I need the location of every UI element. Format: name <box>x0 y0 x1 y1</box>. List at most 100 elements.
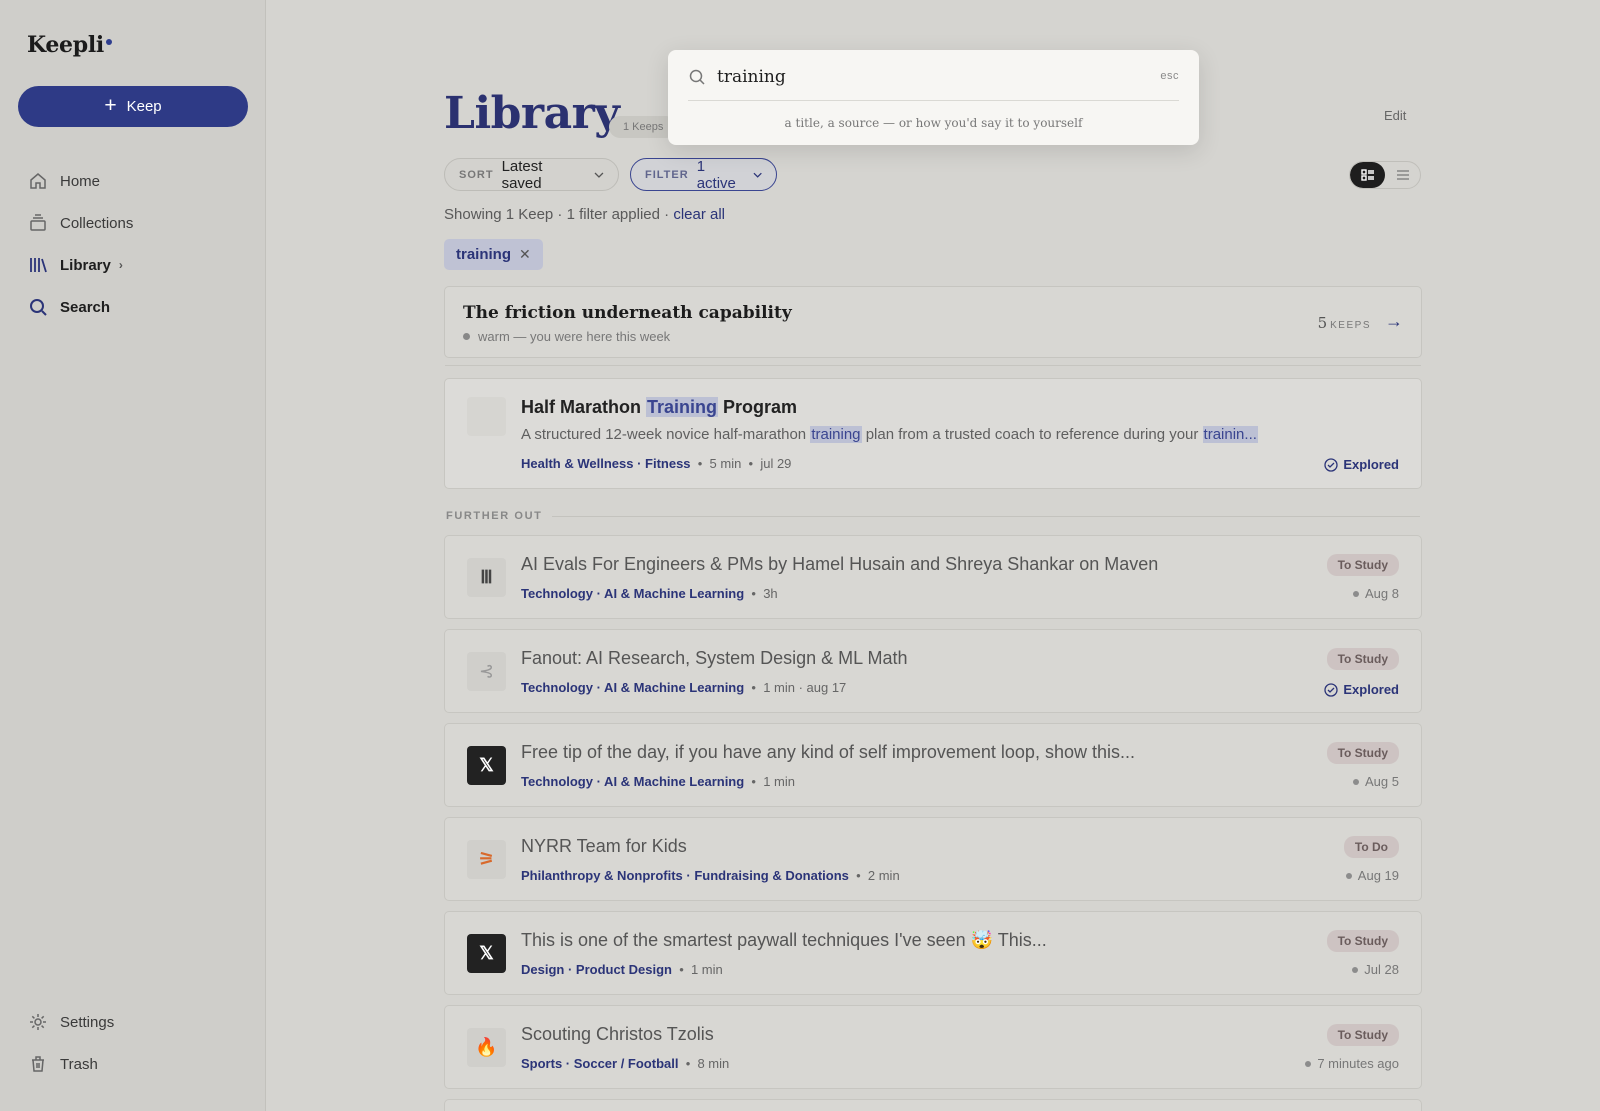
sidebar-item-label: Home <box>60 172 101 190</box>
collection-subtitle-text: warm — you were here this week <box>478 329 671 344</box>
duration: 2 min <box>867 868 900 883</box>
result-card[interactable]: Half Marathon Training Program A structu… <box>444 378 1422 489</box>
sidebar-item-library[interactable]: Library › <box>28 244 248 286</box>
logo-dot <box>105 39 112 45</box>
plus-icon: + <box>104 94 117 117</box>
grid-view-icon <box>1360 169 1374 181</box>
item-meta: Design · Product Design • 1 min <box>521 962 723 977</box>
sidebar-nav: Home Collections Library › Search <box>28 160 248 328</box>
list-item[interactable] <box>444 1099 1422 1111</box>
app-logo[interactable]: Keepli <box>27 32 112 58</box>
collection-count-label: KEEPS <box>1330 320 1371 331</box>
item-title: Free tip of the day, if you have any kin… <box>521 742 1135 762</box>
grid-view-button[interactable] <box>1350 162 1385 188</box>
category-link[interactable]: Health & Wellness · Fitness <box>521 456 691 471</box>
category-link[interactable]: Philanthropy & Nonprofits · Fundraising … <box>521 868 849 883</box>
status-badge: To Study <box>1326 930 1399 952</box>
fire-icon: 🔥 <box>467 1028 506 1067</box>
main-content: Library 1 Keeps Edit SORT Latest saved F… <box>266 0 1600 1111</box>
date-text: 7 minutes ago <box>1317 1056 1399 1071</box>
item-title: This is one of the smartest paywall tech… <box>521 930 1047 950</box>
list-item[interactable]: 🔥 Scouting Christos Tzolis Sports · Socc… <box>444 1005 1422 1089</box>
search-icon <box>689 69 705 85</box>
search-panel: esc a title, a source — or how you'd say… <box>668 50 1199 145</box>
sidebar-item-trash[interactable]: Trash <box>28 1043 248 1085</box>
chevron-right-icon: › <box>118 258 123 272</box>
filter-value: 1 active <box>696 157 736 192</box>
clear-all-link[interactable]: clear all <box>673 206 725 223</box>
item-title: NYRR Team for Kids <box>521 836 687 856</box>
x-logo-icon: 𝕏 <box>467 746 506 785</box>
sidebar-item-home[interactable]: Home <box>28 160 248 202</box>
sidebar-item-search[interactable]: Search <box>28 286 248 328</box>
result-title: Half Marathon Training Program <box>521 397 797 418</box>
thumbnail <box>467 397 506 436</box>
sort-dropdown[interactable]: SORT Latest saved <box>444 157 619 192</box>
list-item[interactable]: 𝕏 Free tip of the day, if you have any k… <box>444 723 1422 807</box>
status-dot <box>1305 1060 1312 1067</box>
sidebar-item-collections[interactable]: Collections <box>28 202 248 244</box>
list-view-icon <box>1396 170 1409 180</box>
chevron-down-icon <box>594 172 604 178</box>
item-date: Aug 19 <box>1345 868 1399 883</box>
arrow-right-icon[interactable]: → <box>1385 311 1403 332</box>
search-divider <box>688 100 1179 101</box>
list-view-button[interactable] <box>1385 162 1420 188</box>
item-title: Scouting Christos Tzolis <box>521 1024 714 1044</box>
search-input[interactable] <box>717 62 1117 92</box>
duration: 3h <box>763 586 778 601</box>
active-tag-label: training <box>456 246 511 263</box>
active-tag-chip[interactable]: training ✕ <box>444 239 543 270</box>
duration: 1 min <box>763 774 795 789</box>
search-highlight: trainin... <box>1202 426 1258 443</box>
collection-title: The friction underneath capability <box>463 303 792 323</box>
edit-button[interactable]: Edit <box>1384 108 1406 123</box>
list-item[interactable]: ⊰ Fanout: AI Research, System Design & M… <box>444 629 1422 713</box>
duration: 5 min <box>709 456 742 471</box>
sort-value: Latest saved <box>501 157 543 192</box>
sidebar-item-label: Settings <box>60 1013 115 1031</box>
status-badge: To Study <box>1326 742 1399 764</box>
sidebar-item-label: Collections <box>60 214 134 232</box>
new-keep-button[interactable]: + Keep <box>18 86 248 127</box>
category-link[interactable]: Sports · Soccer / Football <box>521 1056 678 1071</box>
close-icon[interactable]: ✕ <box>519 246 531 263</box>
result-meta: Health & Wellness · Fitness • 5 min • ju… <box>521 456 792 471</box>
status-dot <box>1352 966 1359 973</box>
collection-count-value: 5 <box>1317 314 1328 332</box>
view-toggle <box>1349 161 1421 189</box>
fanout-logo-icon: ⊰ <box>467 652 506 691</box>
results-summary-text: Showing 1 Keep · 1 filter applied · <box>444 206 674 223</box>
duration: 1 min <box>690 962 723 977</box>
sidebar-bottom-nav: Settings Trash <box>28 1001 248 1085</box>
status-badge: To Study <box>1326 648 1399 670</box>
list-item[interactable]: ⚞ NYRR Team for Kids Philanthropy & Nonp… <box>444 817 1422 901</box>
category-link[interactable]: Design · Product Design <box>521 962 672 977</box>
sidebar: Keepli + Keep Home Collections Library ›… <box>0 0 266 1111</box>
list-item[interactable]: 𝕏 This is one of the smartest paywall te… <box>444 911 1422 995</box>
explored-label: Explored <box>1343 457 1399 472</box>
date-text: Aug 8 <box>1365 586 1399 601</box>
esc-hint[interactable]: esc <box>1160 70 1179 82</box>
explored-status: Explored <box>1324 682 1399 697</box>
result-title-text: Half Marathon <box>521 397 647 417</box>
chevron-down-icon <box>753 172 762 178</box>
category-link[interactable]: Technology · AI & Machine Learning <box>521 774 744 789</box>
sidebar-item-label: Search <box>60 298 111 316</box>
status-dot <box>1353 778 1360 785</box>
list-item[interactable]: Ⅲ AI Evals For Engineers & PMs by Hamel … <box>444 535 1422 619</box>
results-summary: Showing 1 Keep · 1 filter applied · clea… <box>444 206 725 223</box>
sidebar-item-label: Trash <box>60 1055 98 1073</box>
category-link[interactable]: Technology · AI & Machine Learning <box>521 586 744 601</box>
item-title: Fanout: AI Research, System Design & ML … <box>521 648 908 668</box>
description-text: plan from a trusted coach to reference d… <box>861 426 1203 443</box>
sidebar-item-settings[interactable]: Settings <box>28 1001 248 1043</box>
item-meta: Sports · Soccer / Football • 8 min <box>521 1056 730 1071</box>
filter-dropdown[interactable]: FILTER 1 active <box>630 157 777 192</box>
category-link[interactable]: Technology · AI & Machine Learning <box>521 680 744 695</box>
collection-card[interactable]: The friction underneath capability warm … <box>444 286 1422 366</box>
item-date: Aug 8 <box>1353 586 1399 601</box>
search-highlight: Training <box>646 397 719 417</box>
trash-icon <box>32 1056 44 1072</box>
gear-icon <box>30 1014 46 1030</box>
